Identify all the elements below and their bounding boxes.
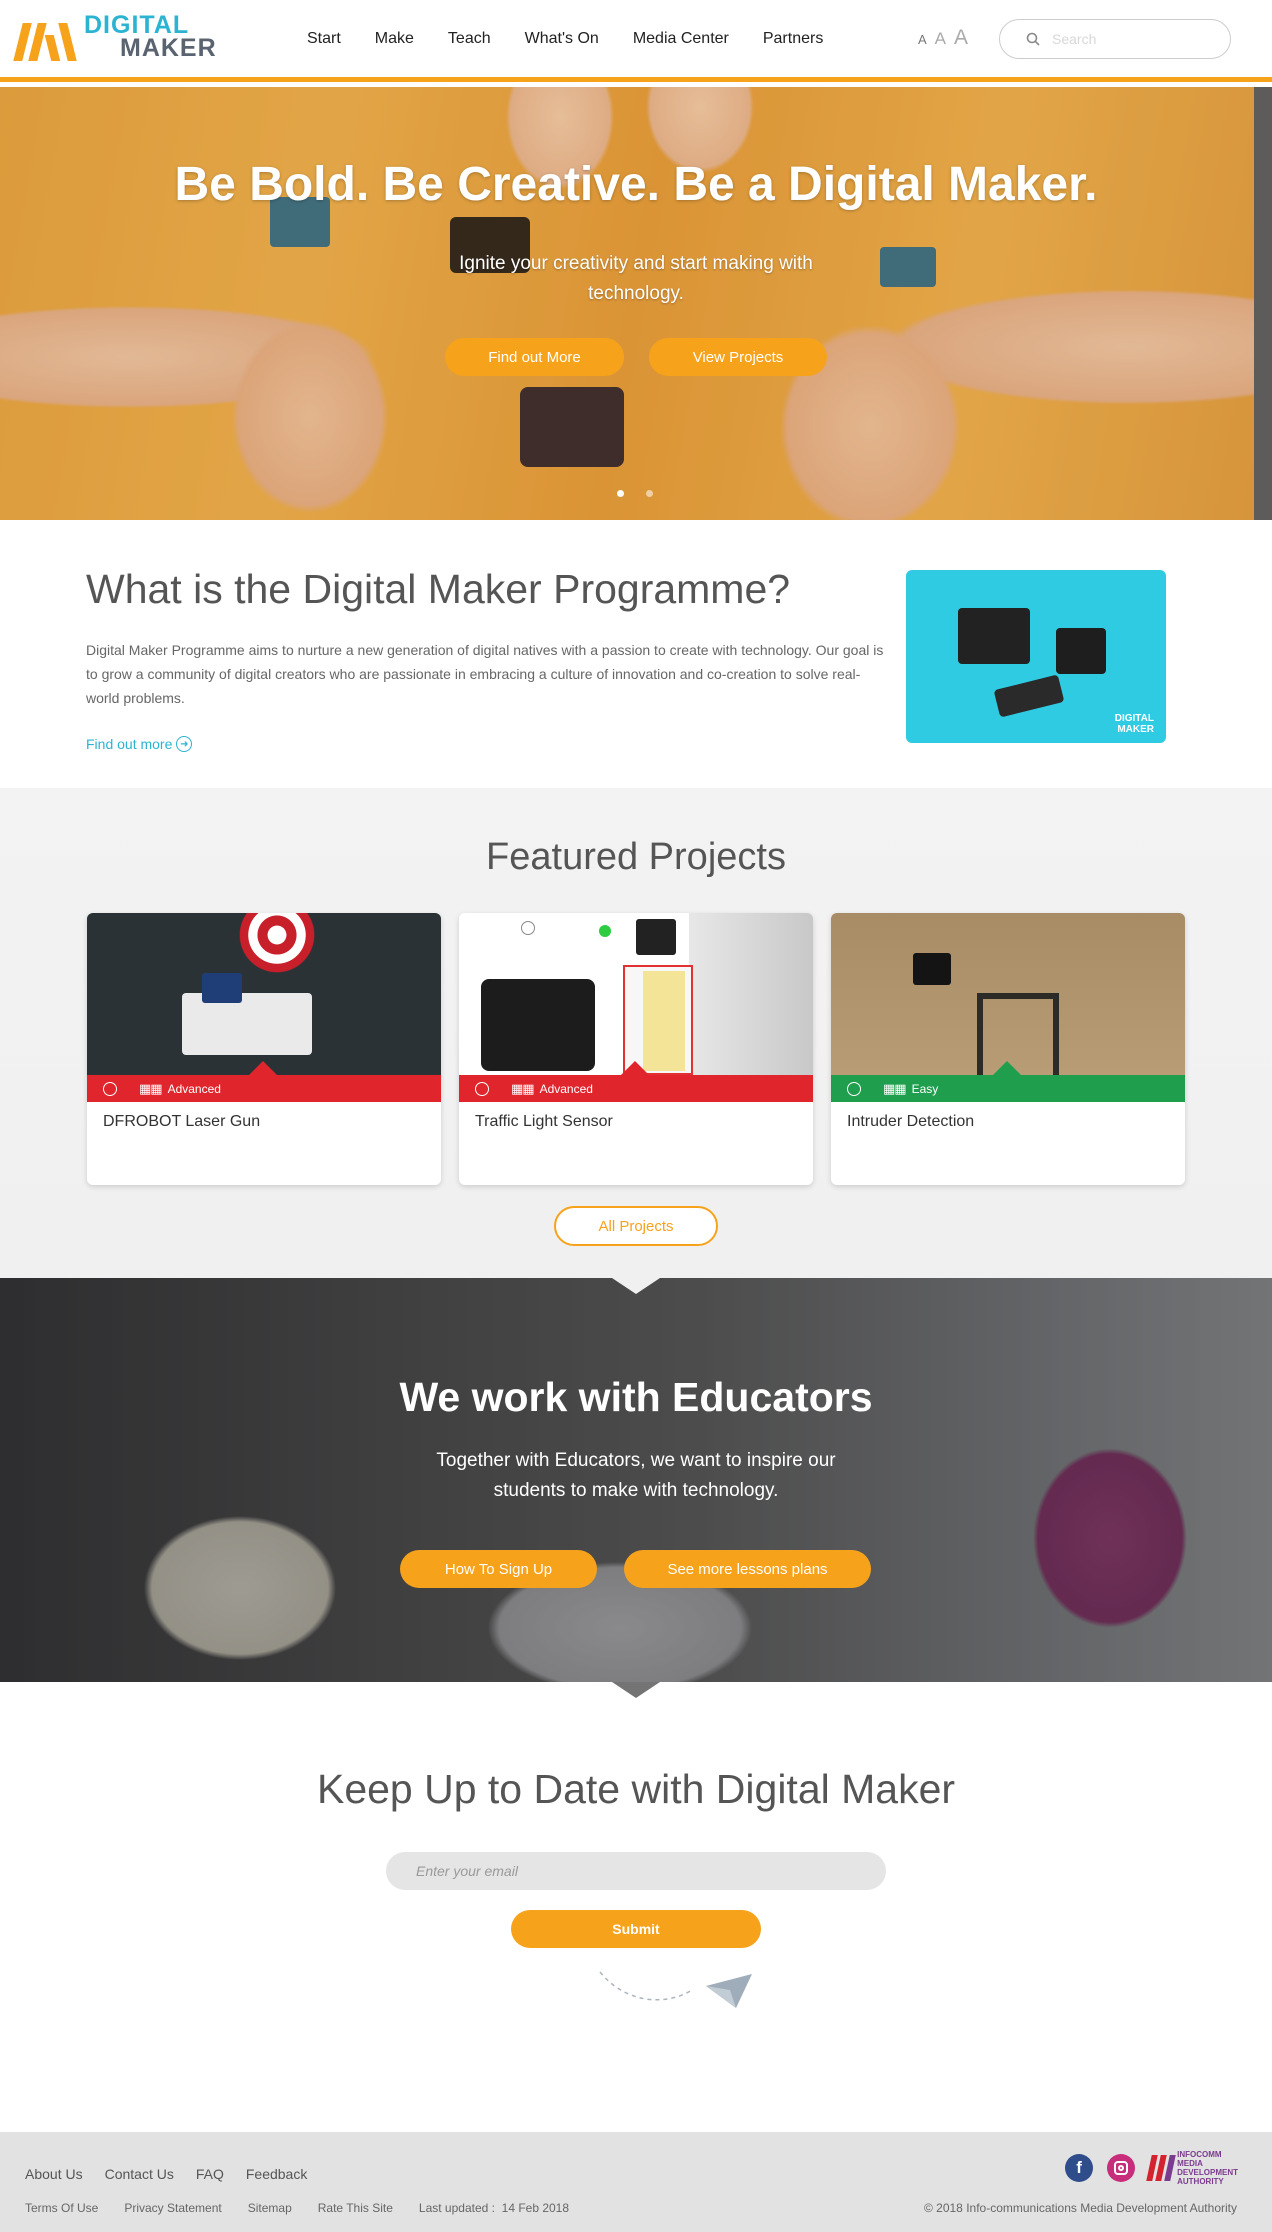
featured-title: Featured Projects xyxy=(486,836,786,878)
paper-plane-icon xyxy=(599,1971,752,2008)
nav-make[interactable]: Make xyxy=(375,30,414,48)
clock-icon xyxy=(847,1081,861,1096)
footer-secondary-links: Terms Of Use Privacy Statement Sitemap R… xyxy=(25,2201,569,2215)
search-box[interactable] xyxy=(999,19,1231,59)
project-difficulty-band: ▦▦ Advanced xyxy=(459,1061,813,1102)
email-field[interactable] xyxy=(386,1852,886,1890)
project-card[interactable]: ▦▦ Advanced DFROBOT Laser Gun xyxy=(87,913,441,1185)
image-watermark-digital: DIGITAL xyxy=(1114,713,1154,724)
site-logo[interactable]: DIGITAL MAKER xyxy=(13,13,217,62)
project-level: Advanced xyxy=(167,1081,221,1096)
find-out-more-button[interactable]: Find out More xyxy=(445,338,624,376)
find-out-more-label: Find out more xyxy=(86,736,173,752)
educators-subtitle: Together with Educators, we want to insp… xyxy=(436,1450,836,1501)
search-icon xyxy=(1026,32,1040,46)
logo-mark xyxy=(13,21,80,61)
levels-icon: ▦▦ xyxy=(883,1080,907,1096)
educators-title: We work with Educators xyxy=(399,1374,873,1420)
section-divider-arrow xyxy=(612,1682,660,1698)
project-title: Traffic Light Sensor xyxy=(475,1113,613,1130)
see-lesson-plans-button[interactable]: See more lessons plans xyxy=(624,1550,871,1588)
clock-icon xyxy=(475,1081,489,1096)
project-image xyxy=(459,913,813,1075)
featured-projects-section: Featured Projects ▦▦ Advanced DFROBOT La… xyxy=(0,788,1272,1278)
nav-start[interactable]: Start xyxy=(307,30,341,48)
all-projects-button[interactable]: All Projects xyxy=(554,1206,718,1246)
project-difficulty-band: ▦▦ Advanced xyxy=(87,1061,441,1102)
footer-link-sitemap[interactable]: Sitemap xyxy=(248,2201,292,2215)
hero-subtitle: Ignite your creativity and start making … xyxy=(459,253,813,304)
carousel-dot[interactable] xyxy=(617,490,624,497)
carousel-dots xyxy=(617,490,653,497)
clock-icon xyxy=(103,1081,117,1096)
footer-link-contact-us[interactable]: Contact Us xyxy=(105,2166,174,2182)
arrow-right-circle-icon: ➜ xyxy=(176,736,193,752)
programme-image: DIGITAL MAKER xyxy=(906,570,1166,743)
educators-section: We work with Educators Together with Edu… xyxy=(0,1278,1272,1682)
footer-links: About Us Contact Us FAQ Feedback xyxy=(25,2166,307,2182)
footer-link-about-us[interactable]: About Us xyxy=(25,2166,83,2182)
project-difficulty-band: ▦▦ Easy xyxy=(831,1061,1185,1102)
site-footer: About Us Contact Us FAQ Feedback Terms O… xyxy=(0,2132,1272,2232)
facebook-icon[interactable]: f xyxy=(1065,2154,1094,2182)
nav-media-center[interactable]: Media Center xyxy=(633,30,729,48)
programme-description: Digital Maker Programme aims to nurture … xyxy=(86,642,884,706)
levels-icon: ▦▦ xyxy=(139,1080,163,1096)
font-size-controls: A A A xyxy=(918,26,968,50)
font-size-small[interactable]: A xyxy=(918,32,927,47)
nav-teach[interactable]: Teach xyxy=(448,30,491,48)
hero-banner: Be Bold. Be Creative. Be a Digital Maker… xyxy=(0,87,1272,520)
submit-button[interactable]: Submit xyxy=(511,1910,761,1948)
site-header: DIGITAL MAKER Start Make Teach What's On… xyxy=(0,0,1272,82)
footer-link-faq[interactable]: FAQ xyxy=(196,2166,224,2182)
nav-whats-on[interactable]: What's On xyxy=(525,30,599,48)
project-title: DFROBOT Laser Gun xyxy=(103,1113,261,1130)
newsletter-title: Keep Up to Date with Digital Maker xyxy=(316,1766,956,1812)
footer-link-privacy[interactable]: Privacy Statement xyxy=(124,2201,221,2215)
view-projects-button[interactable]: View Projects xyxy=(649,338,827,376)
programme-find-out-more-link[interactable]: Find out more ➜ xyxy=(86,736,193,752)
programme-title: What is the Digital Maker Programme? xyxy=(86,566,791,612)
footer-link-feedback[interactable]: Feedback xyxy=(246,2166,307,2182)
project-card[interactable]: ▦▦ Easy Intruder Detection xyxy=(831,913,1185,1185)
project-title: Intruder Detection xyxy=(847,1113,975,1130)
carousel-dot[interactable] xyxy=(646,490,653,497)
project-level: Easy xyxy=(911,1081,939,1096)
footer-link-terms[interactable]: Terms Of Use xyxy=(25,2201,98,2215)
how-to-sign-up-button[interactable]: How To Sign Up xyxy=(400,1550,597,1588)
copyright: © 2018 Info-communications Media Develop… xyxy=(923,2201,1237,2215)
project-level: Advanced xyxy=(539,1081,593,1096)
project-image xyxy=(831,913,1185,1075)
image-watermark-maker: MAKER xyxy=(1117,724,1154,735)
levels-icon: ▦▦ xyxy=(511,1080,535,1096)
hero-title: Be Bold. Be Creative. Be a Digital Maker… xyxy=(174,158,1098,211)
section-divider-arrow xyxy=(612,1278,660,1294)
project-card[interactable]: ▦▦ Advanced Traffic Light Sensor xyxy=(459,913,813,1185)
main-nav: Start Make Teach What's On Media Center … xyxy=(290,0,840,78)
instagram-icon[interactable] xyxy=(1107,2154,1136,2182)
project-image xyxy=(87,913,441,1075)
last-updated: Last updated : 14 Feb 2018 xyxy=(418,2201,570,2215)
imda-logo[interactable]: INFOCOMM MEDIA DEVELOPMENT AUTHORITY xyxy=(1146,2150,1238,2186)
logo-text-maker: MAKER xyxy=(120,34,217,62)
font-size-medium[interactable]: A xyxy=(935,29,946,49)
social-links: f INFOCOMM MEDIA DEVELOPMENT AUTHORITY xyxy=(1065,2150,1238,2186)
search-input[interactable] xyxy=(1052,31,1222,47)
nav-partners[interactable]: Partners xyxy=(763,30,823,48)
footer-link-rate-site[interactable]: Rate This Site xyxy=(318,2201,393,2215)
font-size-large[interactable]: A xyxy=(954,26,968,50)
